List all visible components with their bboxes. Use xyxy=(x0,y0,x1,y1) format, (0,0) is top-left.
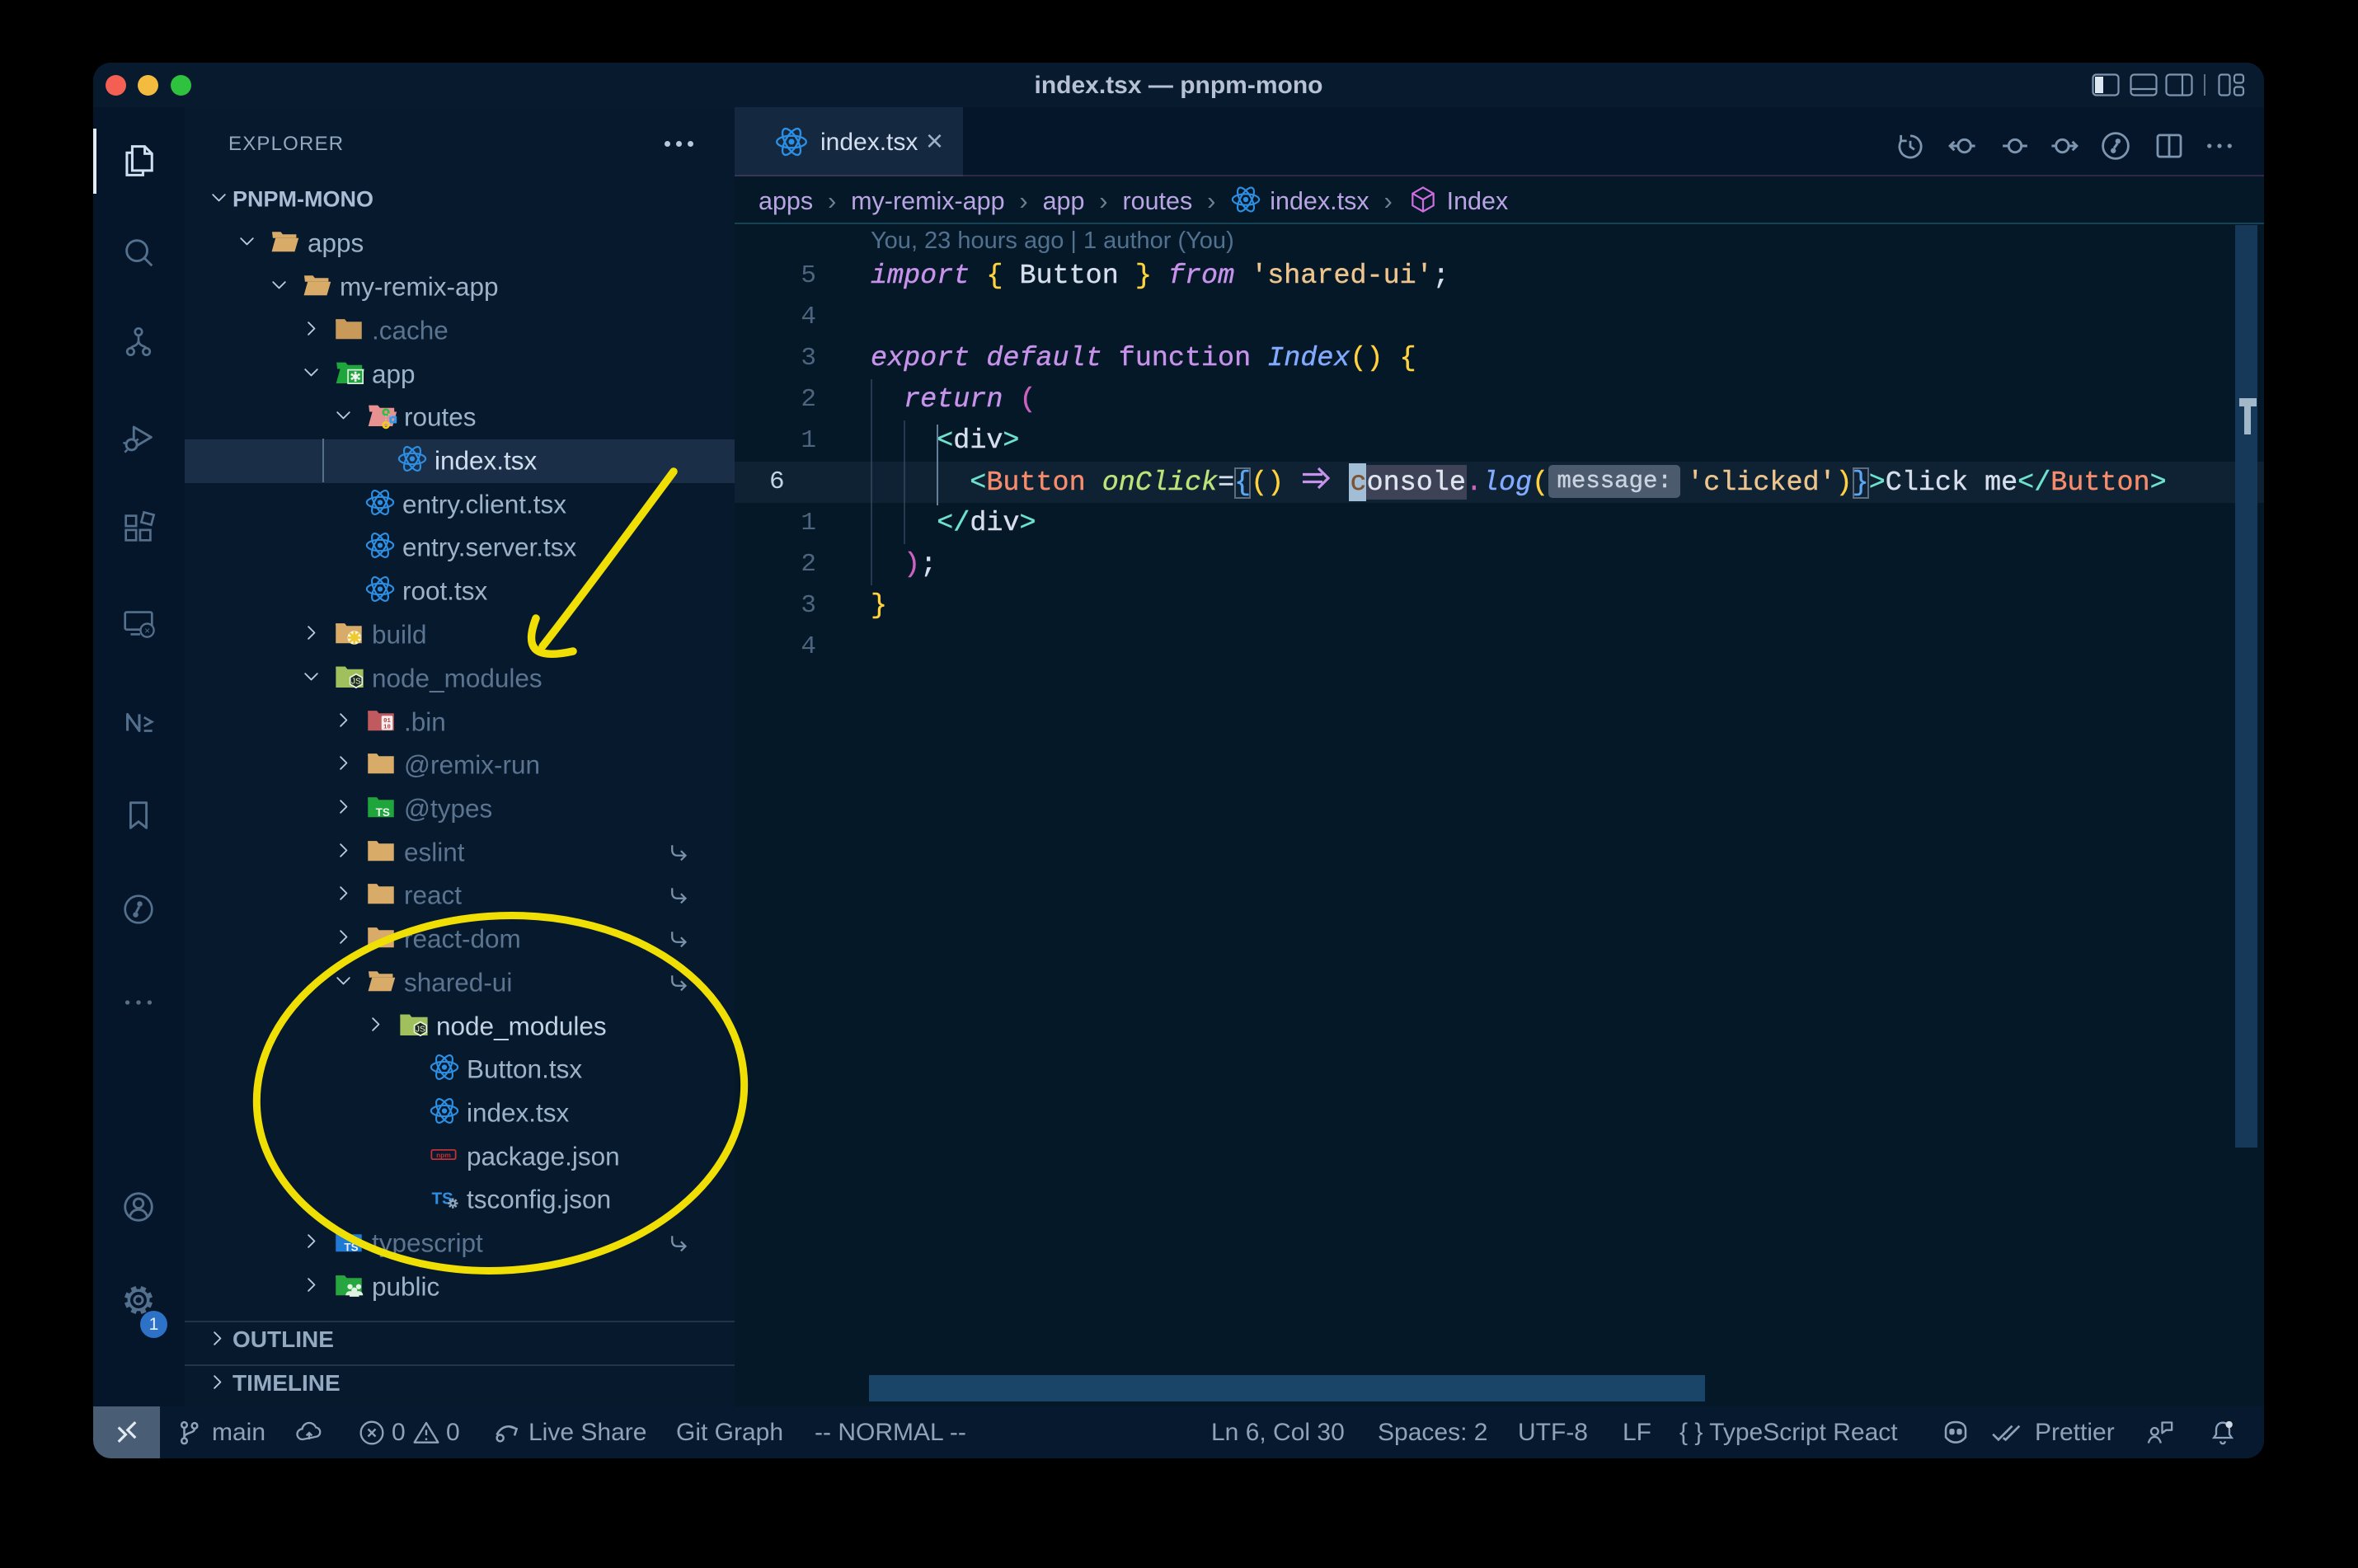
svg-text:TS: TS xyxy=(376,806,390,819)
svg-text:JS: JS xyxy=(416,1025,425,1034)
svg-text:10: 10 xyxy=(383,724,391,730)
svg-text:JS: JS xyxy=(351,677,361,686)
svg-text:TS: TS xyxy=(344,1242,358,1254)
svg-text:npm: npm xyxy=(436,1151,451,1159)
svg-text:×: × xyxy=(144,627,150,637)
